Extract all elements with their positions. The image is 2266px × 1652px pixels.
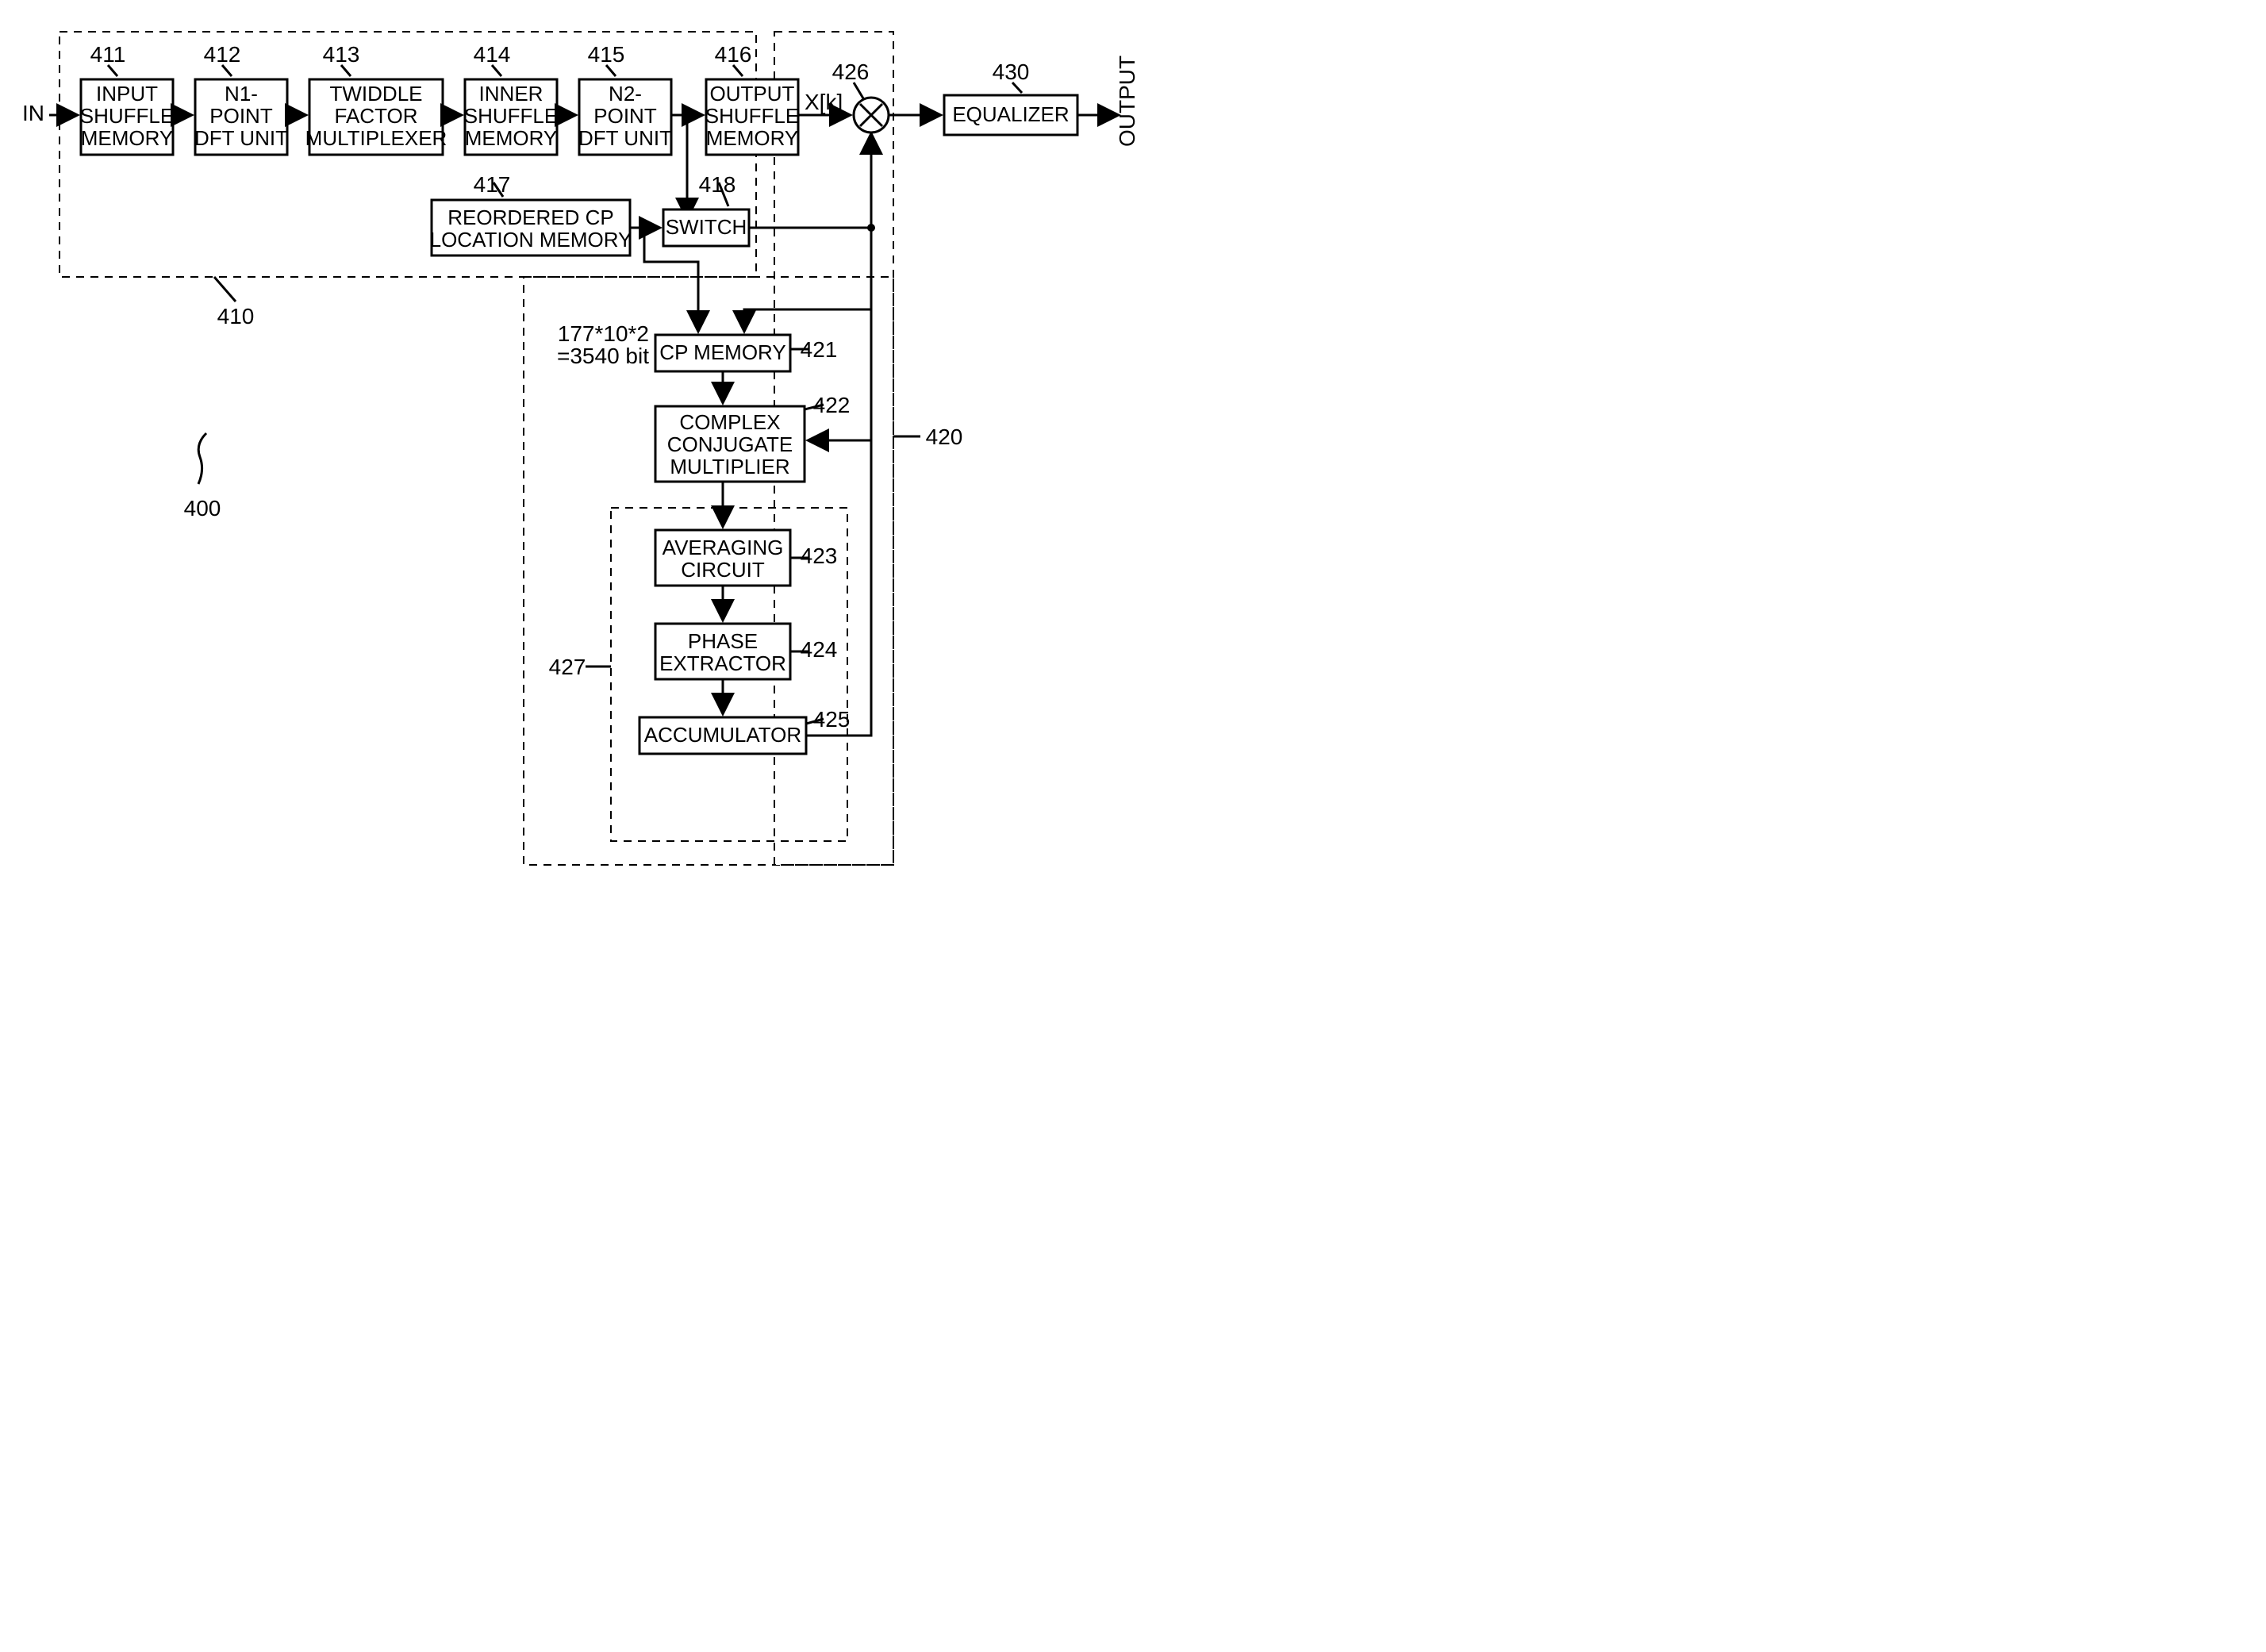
b411-l2: SHUFFLE	[80, 104, 174, 128]
block-415: N2- POINT DFT UNIT 415	[578, 42, 672, 155]
block-423: AVERAGING CIRCUIT 423	[655, 530, 837, 586]
b422-l3: MULTIPLIER	[670, 455, 789, 478]
block-diagram: 410 420 427 IN INPUT SHUFFLE MEMORY 411 …	[16, 16, 1230, 881]
block-412: N1- POINT DFT UNIT 412	[194, 42, 288, 155]
block-411: INPUT SHUFFLE MEMORY 411	[80, 42, 174, 155]
b412-l1: N1-	[225, 82, 258, 106]
b426-num: 426	[832, 60, 870, 84]
b412-l3: DFT UNIT	[194, 126, 288, 150]
b422-l2: CONJUGATE	[667, 432, 793, 456]
ref-427: 427	[549, 655, 586, 679]
b415-l2: POINT	[593, 104, 657, 128]
b417-l2: LOCATION MEMORY	[430, 228, 632, 252]
b418-num: 418	[699, 172, 736, 197]
b423-num: 423	[801, 544, 838, 568]
xk-label: X[k]	[805, 90, 843, 114]
block-414: INNER SHUFFLE MEMORY 414	[464, 42, 558, 155]
b423-l1: AVERAGING	[663, 536, 784, 559]
b412-l2: POINT	[209, 104, 273, 128]
b430-num: 430	[993, 60, 1030, 84]
b413-l1: TWIDDLE	[330, 82, 423, 106]
b424-l1: PHASE	[688, 629, 758, 653]
b414-l1: INNER	[479, 82, 543, 106]
b413-num: 413	[323, 42, 360, 67]
block-424: PHASE EXTRACTOR 424	[655, 624, 837, 679]
b412-num: 412	[204, 42, 241, 67]
b414-num: 414	[474, 42, 511, 67]
block-416: OUTPUT SHUFFLE MEMORY 416	[705, 42, 799, 155]
b414-l2: SHUFFLE	[464, 104, 558, 128]
block-413: TWIDDLE FACTOR MULTIPLEXER 413	[305, 42, 447, 155]
b425-l1: ACCUMULATOR	[644, 723, 801, 747]
b415-l1: N2-	[609, 82, 642, 106]
ref-420: 420	[926, 425, 963, 449]
b416-num: 416	[715, 42, 752, 67]
b414-l3: MEMORY	[465, 126, 558, 150]
block-417: REORDERED CP LOCATION MEMORY 417	[430, 172, 632, 255]
b424-l2: EXTRACTOR	[659, 651, 786, 675]
block-422: COMPLEX CONJUGATE MULTIPLIER 422	[655, 393, 850, 482]
b422-l1: COMPLEX	[679, 410, 780, 434]
b411-l3: MEMORY	[81, 126, 174, 150]
b417-num: 417	[474, 172, 511, 197]
b424-num: 424	[801, 637, 838, 662]
b415-num: 415	[588, 42, 625, 67]
output-label: OUTPUT	[1115, 56, 1139, 147]
block-418: SWITCH 418	[663, 172, 749, 246]
b423-l2: CIRCUIT	[681, 558, 765, 582]
b413-l3: MULTIPLEXER	[305, 126, 447, 150]
b416-l3: MEMORY	[706, 126, 799, 150]
b430-l1: EQUALIZER	[952, 102, 1069, 126]
ref-400: 400	[184, 496, 221, 521]
ref-squiggle	[198, 433, 206, 484]
b421-note1: 177*10*2	[558, 321, 649, 346]
block-425: ACCUMULATOR 425	[639, 707, 850, 754]
b411-num: 411	[90, 42, 126, 67]
b415-l3: DFT UNIT	[578, 126, 672, 150]
b416-l1: OUTPUT	[710, 82, 795, 106]
ref-410: 410	[217, 304, 255, 328]
b418-l1: SWITCH	[666, 215, 747, 239]
b417-l1: REORDERED CP	[447, 206, 613, 229]
b416-l2: SHUFFLE	[705, 104, 799, 128]
b421-note2: =3540 bit	[557, 344, 649, 368]
in-label: IN	[22, 101, 44, 125]
b411-l1: INPUT	[96, 82, 158, 106]
b421-l1: CP MEMORY	[659, 340, 785, 364]
b413-l2: FACTOR	[335, 104, 418, 128]
block-430: EQUALIZER 430	[944, 60, 1077, 135]
